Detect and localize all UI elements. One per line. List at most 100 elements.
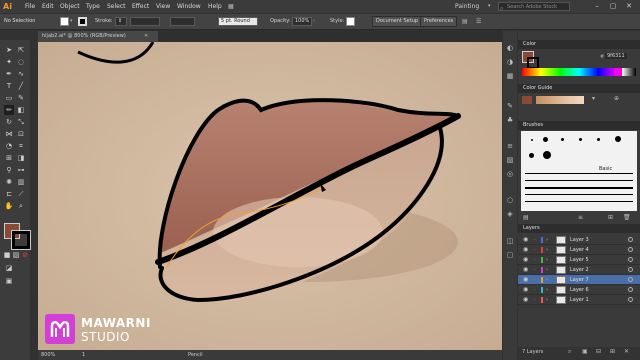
stroke-weight-stepper[interactable]: ⇕ (115, 17, 127, 26)
brush-stroke-4[interactable] (525, 194, 633, 195)
layer-name[interactable]: Layer 2 (570, 265, 589, 275)
stroke-weight-field[interactable] (130, 17, 160, 26)
target-circle-icon[interactable] (628, 277, 633, 282)
layer-row[interactable]: ◉ · › Layer 6 (518, 285, 640, 295)
stroke-color-box[interactable] (11, 230, 31, 250)
symbol-sprayer-tool-icon[interactable]: ✺ (4, 177, 14, 187)
hex-input[interactable]: 9f6311 (605, 53, 627, 59)
grayscale-ramp[interactable] (622, 68, 636, 76)
scale-tool-icon[interactable]: ⤡ (16, 117, 26, 127)
document-setup-button[interactable]: Document Setup (372, 16, 423, 27)
mesh-tool-icon[interactable]: ⊞ (4, 153, 14, 163)
column-graph-tool-icon[interactable]: ▥ (16, 177, 26, 187)
direct-selection-tool-icon[interactable]: ⇱ (16, 45, 26, 55)
edit-colors-icon[interactable]: ⊕ (614, 95, 619, 102)
gradient-tool-icon[interactable]: ◨ (16, 153, 26, 163)
variable-width-profile[interactable] (170, 17, 195, 26)
selection-tool-icon[interactable]: ➤ (4, 45, 14, 55)
target-circle-icon[interactable] (628, 257, 633, 262)
preferences-button[interactable]: Preferences (420, 16, 458, 27)
target-circle-icon[interactable] (628, 237, 633, 242)
visibility-eye-icon[interactable]: ◉ (523, 245, 528, 255)
perspective-grid-tool-icon[interactable]: ⌗ (16, 141, 26, 151)
harmony-rules-icon[interactable]: ▾ (592, 95, 595, 102)
fill-color-swatch[interactable] (60, 17, 69, 26)
lock-icon[interactable]: · (534, 245, 536, 255)
color-panel-header[interactable]: Color (518, 40, 640, 49)
lasso-tool-icon[interactable]: ◌ (16, 57, 26, 67)
new-layer-icon[interactable]: ⊞ (610, 348, 615, 355)
lock-icon[interactable]: · (534, 285, 536, 295)
visibility-eye-icon[interactable]: ◉ (523, 285, 528, 295)
slice-tool-icon[interactable]: ⟋ (16, 189, 26, 199)
target-circle-icon[interactable] (628, 247, 633, 252)
brush-dot-4[interactable] (579, 138, 582, 141)
menu-view[interactable]: View (156, 0, 170, 13)
graphic-style-swatch[interactable] (346, 17, 355, 26)
clipping-mask-icon[interactable]: ▣ (582, 348, 588, 355)
lock-icon[interactable]: · (534, 295, 536, 305)
brush-stroke-2[interactable] (525, 180, 633, 181)
layer-row[interactable]: ◉ · › Layer 2 (518, 265, 640, 275)
type-tool-icon[interactable]: T (4, 81, 14, 91)
shape-builder-tool-icon[interactable]: ◔ (4, 141, 14, 151)
color-guide-base-swatch[interactable] (522, 96, 532, 104)
new-brush-icon[interactable]: ⊞ (608, 214, 613, 221)
target-circle-icon[interactable] (628, 287, 633, 292)
expand-chevron-icon[interactable]: › (546, 235, 548, 245)
graphic-styles-panel-icon[interactable]: ◈ (505, 209, 515, 219)
chevron-down-icon[interactable]: ▾ (488, 0, 491, 13)
lock-icon[interactable]: · (534, 235, 536, 245)
layers-panel-icon[interactable]: ◫ (505, 236, 515, 246)
rectangle-tool-icon[interactable]: ▭ (4, 93, 14, 103)
brushes-panel-header[interactable]: Brushes (518, 121, 640, 130)
layer-row-selected[interactable]: ◉ · › Layer 7 (518, 275, 640, 285)
paintbrush-tool-icon[interactable]: ✎ (16, 93, 26, 103)
locate-object-icon[interactable]: ⌕ (568, 348, 571, 356)
menu-file[interactable]: File (25, 0, 35, 13)
color-guide-harmony-strip[interactable] (536, 96, 584, 104)
delete-brush-icon[interactable]: 🗑 (623, 214, 631, 221)
rotate-tool-icon[interactable]: ↻ (4, 117, 14, 127)
close-tab-icon[interactable]: ✕ (144, 31, 148, 42)
menu-effect[interactable]: Effect (132, 0, 149, 13)
layer-name[interactable]: Layer 5 (570, 255, 589, 265)
delete-layer-icon[interactable]: ✕ (624, 348, 629, 355)
workspace-switcher[interactable]: Painting (455, 0, 479, 13)
brushes-panel-icon[interactable]: ✎ (505, 101, 515, 111)
menu-window[interactable]: Window (177, 0, 201, 13)
close-button[interactable]: ✕ (624, 1, 634, 11)
draw-mode-icon[interactable]: ◪ (4, 263, 14, 273)
layer-row[interactable]: ◉ · › Layer 1 (518, 295, 640, 305)
brush-stroke-1[interactable] (525, 173, 633, 174)
target-circle-icon[interactable] (628, 297, 633, 302)
brush-options-icon[interactable]: ≡ (578, 214, 583, 221)
pencil-tool-icon[interactable]: ✏ (4, 105, 14, 115)
stroke-color-swatch[interactable] (78, 17, 87, 26)
brush-stroke-3[interactable] (525, 187, 633, 189)
brushes-list[interactable]: Basic (521, 131, 637, 211)
brush-dot-6[interactable] (615, 136, 621, 142)
magic-wand-tool-icon[interactable]: ✦ (4, 57, 14, 67)
artboard-canvas[interactable] (38, 42, 502, 350)
menu-help[interactable]: Help (208, 0, 222, 13)
brush-libraries-icon[interactable]: ▤ (523, 214, 529, 221)
brush-dot-5[interactable] (597, 138, 600, 141)
lock-icon[interactable]: · (534, 255, 536, 265)
bridge-icon[interactable]: ▦ (228, 0, 234, 13)
layer-row[interactable]: ◉ · › Layer 3 (518, 235, 640, 245)
brush-dot-2[interactable] (543, 137, 548, 142)
layer-name[interactable]: Layer 4 (570, 245, 589, 255)
eraser-tool-icon[interactable]: ◧ (16, 105, 26, 115)
target-circle-icon[interactable] (628, 267, 633, 272)
color-guide-panel-icon[interactable]: ◑ (505, 57, 515, 67)
expand-chevron-icon[interactable]: › (546, 255, 548, 265)
color-spectrum-bar[interactable] (522, 68, 636, 76)
brush-stroke-5[interactable] (525, 201, 633, 202)
visibility-eye-icon[interactable]: ◉ (523, 275, 528, 285)
layer-row[interactable]: ◉ · › Layer 4 (518, 245, 640, 255)
artboards-panel-icon[interactable]: ▢ (505, 250, 515, 260)
expand-chevron-icon[interactable]: › (546, 285, 548, 295)
menu-edit[interactable]: Edit (42, 0, 54, 13)
brush-dot-3[interactable] (561, 138, 564, 141)
